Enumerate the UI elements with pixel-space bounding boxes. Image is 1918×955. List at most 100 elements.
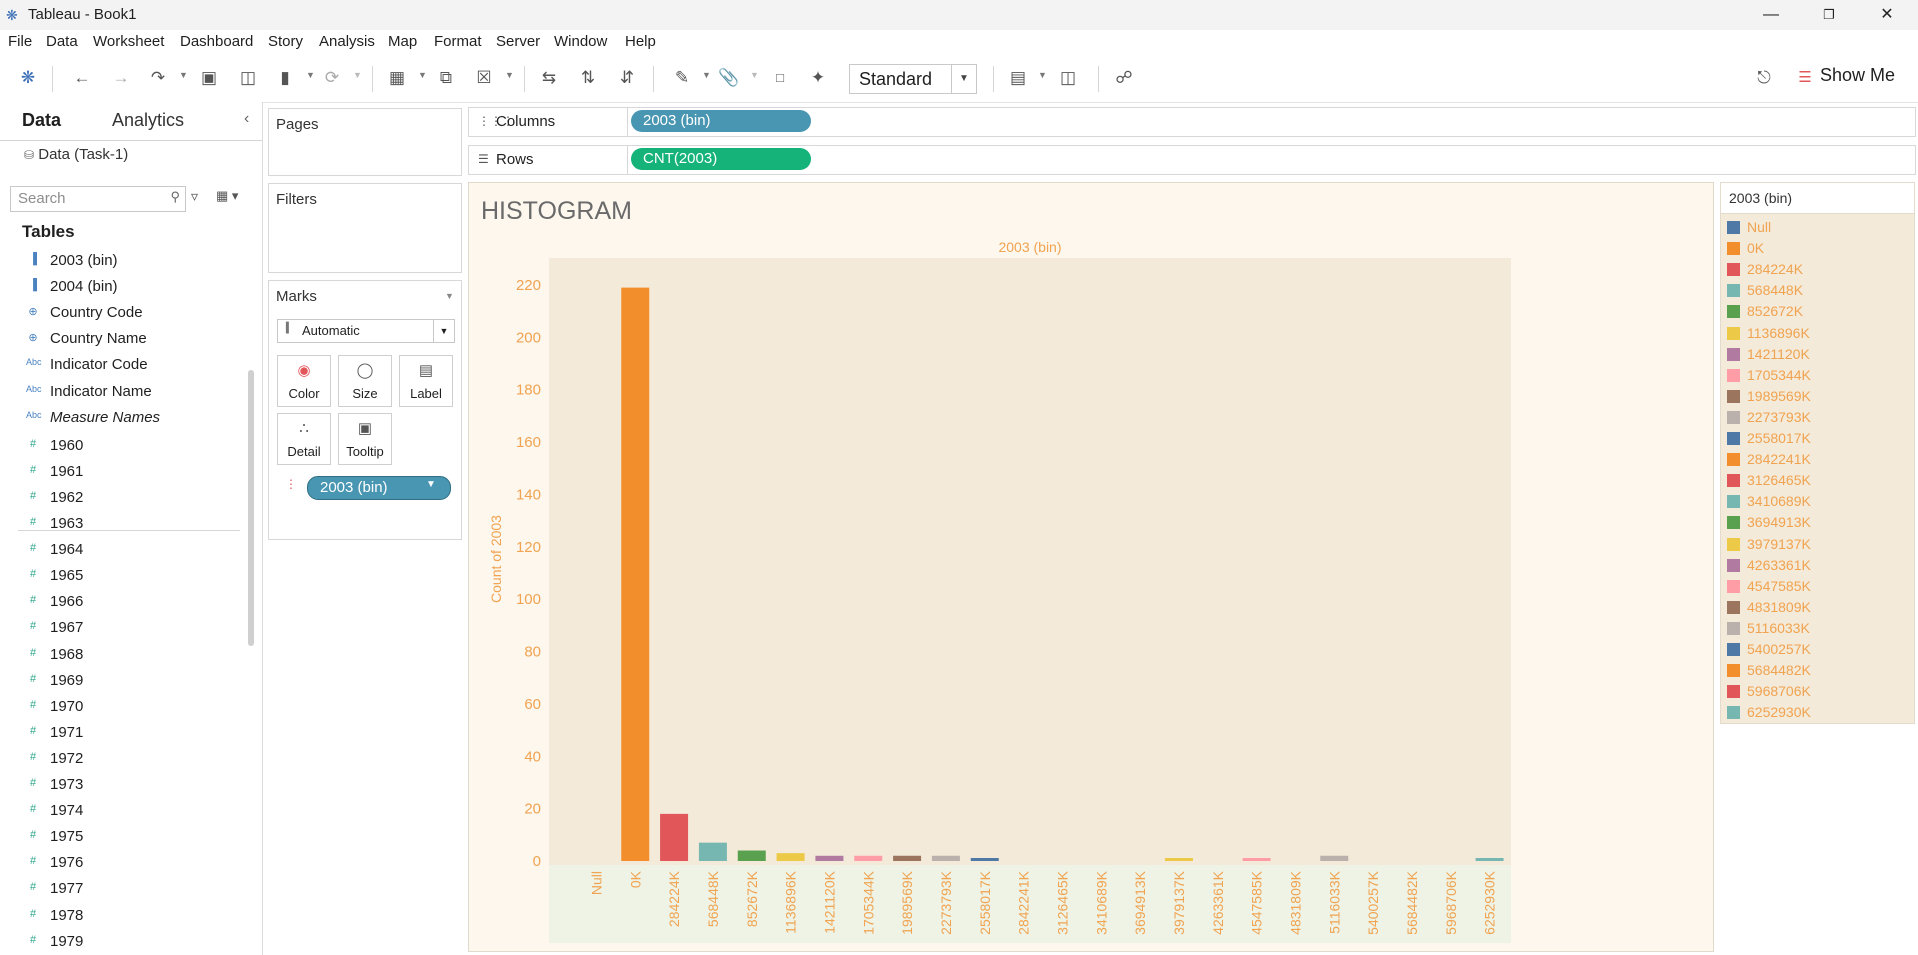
menu-map[interactable]: Map	[388, 33, 417, 50]
legend-item[interactable]: 3126465K	[1727, 470, 1907, 491]
save-data-source-icon[interactable]: ↷	[146, 66, 170, 90]
field-item[interactable]: ▐ 2004 (bin)	[0, 274, 240, 300]
field-item[interactable]: #1964	[0, 537, 240, 563]
menu-story[interactable]: Story	[268, 33, 303, 50]
rows-shelf[interactable]: ☰ Rows CNT(2003)	[468, 145, 1916, 175]
legend-item[interactable]: 1136896K	[1727, 323, 1907, 344]
columns-shelf[interactable]: ⋮⋮⋮ Columns 2003 (bin)	[468, 107, 1916, 137]
duplicate-sheet-icon[interactable]: ⧉	[434, 66, 458, 90]
legend-item[interactable]: 3979137K	[1727, 534, 1907, 555]
menu-format[interactable]: Format	[434, 33, 482, 50]
label-button[interactable]: ▤ Label	[399, 355, 453, 407]
legend-header[interactable]: 2003 (bin)	[1721, 183, 1914, 214]
undo-icon[interactable]: ←	[70, 66, 94, 90]
menu-file[interactable]: File	[8, 33, 32, 50]
menu-help[interactable]: Help	[625, 33, 656, 50]
rows-pill[interactable]: CNT(2003)	[631, 148, 811, 170]
field-item[interactable]: #1969	[0, 668, 240, 694]
scrollbar[interactable]	[248, 370, 254, 646]
legend-item[interactable]: 2273793K	[1727, 407, 1907, 428]
mark-type-dropdown[interactable]: ▍ Automatic ▼	[277, 319, 455, 343]
pages-shelf[interactable]: Pages	[268, 108, 462, 176]
start-page-icon[interactable]: ❋	[16, 66, 40, 90]
show-me-button[interactable]: Show Me	[1820, 65, 1895, 86]
menu-worksheet[interactable]: Worksheet	[93, 33, 164, 50]
restore-icon[interactable]: ❐	[1806, 3, 1852, 27]
legend-item[interactable]: 1705344K	[1727, 365, 1907, 386]
close-icon[interactable]: ✕	[1864, 3, 1910, 27]
filter-icon[interactable]: ▿	[191, 188, 198, 205]
legend-item[interactable]: 4547585K	[1727, 576, 1907, 597]
field-item[interactable]: Abc Indicator Name	[0, 379, 240, 405]
clear-sheet-icon[interactable]: ☒	[472, 66, 496, 90]
legend-item[interactable]: 852672K	[1727, 301, 1907, 322]
field-item[interactable]: Abc Measure Names	[0, 405, 240, 431]
field-item[interactable]: #1968	[0, 642, 240, 668]
field-item[interactable]: #1967	[0, 615, 240, 641]
redo-icon[interactable]: →	[109, 66, 133, 90]
refresh-icon[interactable]: ⟳	[320, 66, 344, 90]
field-item[interactable]: ⊕ Country Code	[0, 300, 240, 326]
field-item[interactable]: #1960	[0, 433, 240, 459]
minimize-icon[interactable]: —	[1748, 3, 1794, 27]
legend-item[interactable]: 4263361K	[1727, 555, 1907, 576]
legend-item[interactable]: 4831809K	[1727, 597, 1907, 618]
legend-item[interactable]: 5400257K	[1727, 639, 1907, 660]
legend-item[interactable]: 284224K	[1727, 259, 1907, 280]
field-item[interactable]: ▐ 2003 (bin)	[0, 248, 240, 274]
field-item[interactable]: #1966	[0, 589, 240, 615]
group-members-icon[interactable]: 📎	[717, 66, 741, 90]
legend-item[interactable]: 2558017K	[1727, 428, 1907, 449]
legend-item[interactable]: 2842241K	[1727, 449, 1907, 470]
swap-rows-columns-icon[interactable]: ⇆	[537, 66, 561, 90]
legend-item[interactable]: 3410689K	[1727, 491, 1907, 512]
data-source[interactable]: ⛁ Data (Task-1)	[24, 146, 128, 163]
presentation-mode-icon[interactable]: ◫	[1056, 66, 1080, 90]
legend-item[interactable]: Null	[1727, 217, 1907, 238]
search-input[interactable]: Search ⚲	[10, 186, 186, 212]
chevron-down-icon[interactable]: ▼	[426, 479, 436, 490]
field-item[interactable]: #1979	[0, 929, 240, 955]
field-item[interactable]: #1971	[0, 720, 240, 746]
pin-icon[interactable]: ⎋	[1752, 66, 1776, 90]
field-item[interactable]: #1978	[0, 903, 240, 929]
legend-item[interactable]: 5684482K	[1727, 660, 1907, 681]
share-icon[interactable]: ☍	[1112, 66, 1136, 90]
legend-item[interactable]: 5116033K	[1727, 618, 1907, 639]
field-item[interactable]: #1965	[0, 563, 240, 589]
fit-dropdown[interactable]: Standard ▼	[849, 64, 977, 94]
marks-color-pill[interactable]: 2003 (bin) ▼	[307, 476, 451, 500]
view-options-icon[interactable]: ▦ ▾	[216, 188, 238, 204]
field-item[interactable]: #1963	[0, 511, 240, 537]
field-item[interactable]: ⊕ Country Name	[0, 326, 240, 352]
columns-pill[interactable]: 2003 (bin)	[631, 110, 811, 132]
sort-descending-icon[interactable]: ⇵	[615, 66, 639, 90]
save-icon[interactable]: ▣	[197, 66, 221, 90]
pause-updates-icon[interactable]: ▮	[273, 66, 297, 90]
show-mark-labels-icon[interactable]: □	[768, 66, 792, 90]
tooltip-button[interactable]: ▣ Tooltip	[338, 413, 392, 465]
new-worksheet-icon[interactable]: ▦	[385, 66, 409, 90]
show-me-icon[interactable]: ☰	[1793, 66, 1817, 90]
menu-data[interactable]: Data	[46, 33, 78, 50]
field-item[interactable]: Abc Indicator Code	[0, 352, 240, 378]
legend-item[interactable]: 3694913K	[1727, 512, 1907, 533]
menu-dashboard[interactable]: Dashboard	[180, 33, 253, 50]
tab-analytics[interactable]: Analytics	[112, 110, 184, 131]
legend-item[interactable]: 5968706K	[1727, 681, 1907, 702]
menu-server[interactable]: Server	[496, 33, 540, 50]
detail-button[interactable]: ∴ Detail	[277, 413, 331, 465]
color-button[interactable]: ◉ Color	[277, 355, 331, 407]
field-item[interactable]: #1977	[0, 876, 240, 902]
sort-ascending-icon[interactable]: ⇅	[576, 66, 600, 90]
chevron-down-icon[interactable]: ▼	[433, 320, 454, 342]
legend-item[interactable]: 6252930K	[1727, 702, 1907, 723]
size-button[interactable]: ◯ Size	[338, 355, 392, 407]
filters-shelf[interactable]: Filters	[268, 183, 462, 273]
new-data-source-icon[interactable]: ◫	[236, 66, 260, 90]
legend-item[interactable]: 568448K	[1727, 280, 1907, 301]
tab-data[interactable]: Data	[22, 110, 61, 131]
fix-axes-icon[interactable]: ✦	[806, 66, 830, 90]
menu-analysis[interactable]: Analysis	[319, 33, 375, 50]
legend-item[interactable]: 1989569K	[1727, 386, 1907, 407]
